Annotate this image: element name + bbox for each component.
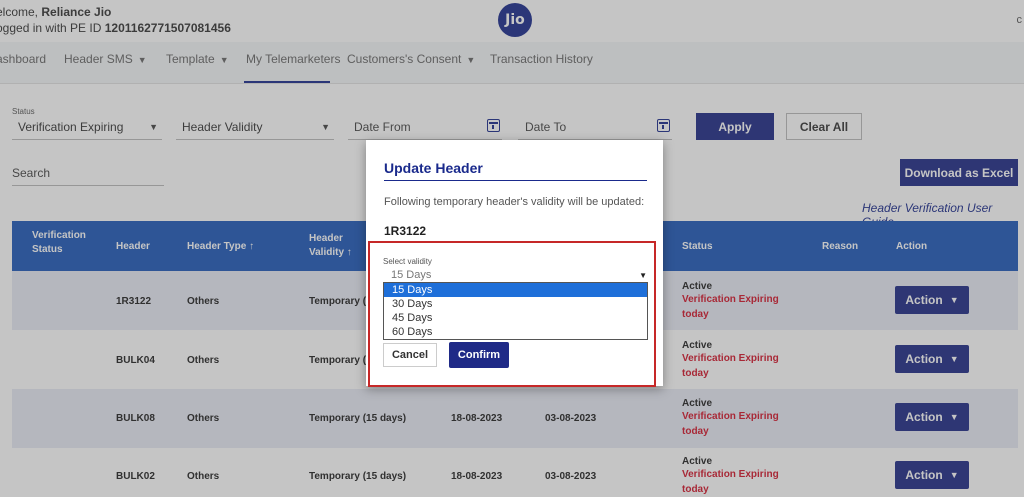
modal-title: Update Header <box>384 160 483 176</box>
validity-option[interactable]: 30 Days <box>384 297 647 311</box>
modal-description: Following temporary header's validity wi… <box>384 196 645 208</box>
modal-header-value: 1R3122 <box>384 224 427 238</box>
validity-option[interactable]: 45 Days <box>384 311 647 325</box>
validity-select-value: 15 Days <box>391 269 432 281</box>
modal-title-divider <box>384 180 647 181</box>
validity-dropdown-list: 15 Days 30 Days 45 Days 60 Days <box>383 282 648 340</box>
validity-select[interactable]: 15 Days ▼ <box>383 269 648 283</box>
caret-down-icon: ▼ <box>639 271 647 280</box>
validity-option[interactable]: 15 Days <box>384 283 647 297</box>
cancel-button[interactable]: Cancel <box>383 343 437 367</box>
validity-label: Select validity <box>383 257 432 266</box>
validity-option[interactable]: 60 Days <box>384 325 647 339</box>
confirm-button[interactable]: Confirm <box>449 342 509 368</box>
